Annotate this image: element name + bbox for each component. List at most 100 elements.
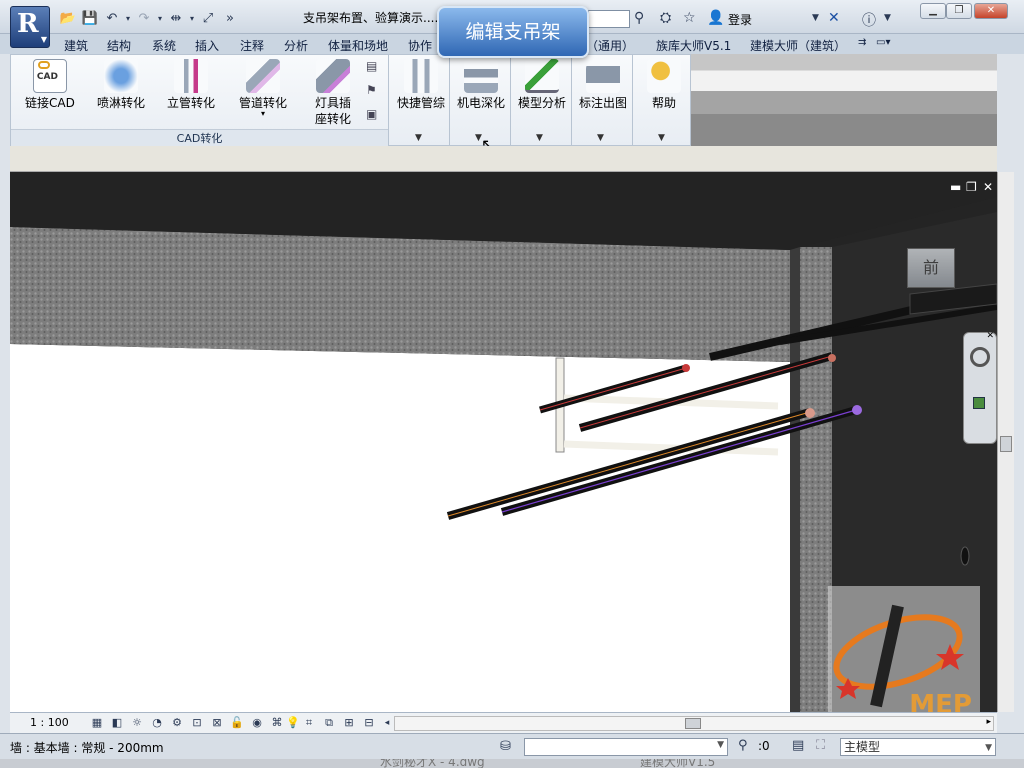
show-crop-icon[interactable]: ⊠ — [210, 716, 224, 730]
unlock-view-icon[interactable]: 🔓 — [230, 716, 244, 730]
vertical-scroll-thumb[interactable] — [1000, 436, 1012, 452]
small-tool-c-icon[interactable]: ▣ — [366, 107, 377, 121]
annotate-output-dropdown-icon[interactable]: ▼ — [597, 133, 604, 143]
light-bulb-icon[interactable]: 💡 — [286, 716, 300, 730]
model-analysis-button[interactable]: 模型分析 — [514, 59, 570, 111]
sun-path-icon[interactable]: ☼ — [130, 716, 144, 730]
detail-level-icon[interactable]: ▦ — [90, 716, 104, 730]
workset-select[interactable]: ▼ — [524, 738, 728, 756]
filter-icon[interactable]: ⛶ — [816, 738, 825, 753]
concrete-beam[interactable] — [10, 227, 790, 362]
tab-modeling-master[interactable]: 建模大师（建筑） — [750, 37, 846, 54]
model-analysis-dropdown-icon[interactable]: ▼ — [536, 133, 543, 143]
small-tool-a-icon[interactable]: ▤ — [366, 59, 377, 73]
navbar-close-icon[interactable]: ✕ — [986, 331, 994, 341]
maximize-button[interactable]: ❐ — [946, 3, 972, 19]
highlight-displacement-icon[interactable]: ⧉ — [322, 716, 336, 730]
scroll-right-icon[interactable]: ▸ — [986, 717, 991, 727]
tab-systems[interactable]: 系统 — [152, 37, 176, 54]
login-button[interactable]: 登录 — [728, 11, 752, 28]
measure-icon[interactable]: ⇹ — [166, 9, 186, 27]
tab-structure[interactable]: 结构 — [107, 37, 131, 54]
navigation-bar[interactable]: ✕ — [963, 331, 997, 444]
quick-pipe-coord-dropdown-icon[interactable]: ▼ — [415, 133, 422, 143]
shadows-icon[interactable]: ◔ — [150, 716, 164, 730]
mep-deepen-button[interactable]: 机电深化 — [453, 59, 509, 111]
help-button[interactable]: 帮助 — [636, 59, 692, 111]
communication-icon[interactable]: ⛭ — [660, 10, 671, 26]
editable-only-icon[interactable]: ⚲ — [738, 738, 748, 753]
close-window-button[interactable]: ✕ — [974, 3, 1008, 19]
redo-dropdown-icon[interactable]: ▾ — [156, 9, 164, 27]
view-scale[interactable]: 1 : 100 — [30, 716, 69, 729]
zoom-region-icon[interactable] — [973, 397, 985, 409]
more-tools-icon[interactable]: » — [220, 9, 240, 27]
3d-viewport[interactable]: ▬ ❐ ✕ 前 ✕ MEP — [10, 172, 997, 712]
taskbar-strip: 水剑秘才X - 4.dwg 建模大师V1.5 — [0, 759, 1024, 768]
search-input[interactable] — [588, 10, 630, 28]
analytical-model-icon[interactable]: ⌗ — [302, 716, 316, 730]
taskbar-item-b[interactable]: 建模大师V1.5 — [640, 759, 715, 768]
tab-general[interactable]: （通用） — [586, 37, 634, 54]
small-tool-b-icon[interactable]: ⚑ — [366, 83, 377, 97]
render-icon[interactable]: ⚙ — [170, 716, 184, 730]
tab-architecture[interactable]: 建筑 — [64, 37, 88, 54]
worksets-icon[interactable]: ⛁ — [500, 739, 511, 754]
help-dropdown-icon[interactable]: ▼ — [884, 13, 891, 23]
redo-icon[interactable]: ↷ — [134, 9, 154, 27]
pipe-orange-endpoint[interactable] — [805, 408, 815, 418]
open-icon[interactable]: 📂 — [58, 9, 78, 27]
reveal-constraints-icon[interactable]: ⊞ — [342, 716, 356, 730]
design-options-icon[interactable]: ▤ — [792, 738, 804, 753]
viewport-minimize-icon[interactable]: ▬ — [950, 180, 961, 194]
application-menu-button[interactable]: R ▼ — [10, 6, 50, 48]
tab-collaborate[interactable]: 协作 — [408, 37, 432, 54]
undo-icon[interactable]: ↶ — [102, 9, 122, 27]
viewport-restore-icon[interactable]: ❐ — [966, 180, 977, 194]
scroll-left-icon[interactable]: ◂ — [380, 716, 394, 730]
tab-family-library[interactable]: 族库大师V5.1 — [656, 37, 731, 54]
horizontal-scrollbar[interactable]: ▸ — [394, 716, 994, 731]
crop-view-icon[interactable]: ⊡ — [190, 716, 204, 730]
fixture-socket-convert-button[interactable]: 灯具插座转化 — [311, 59, 355, 127]
annotate-output-button[interactable]: 标注出图 — [575, 59, 631, 111]
pipe-convert-dropdown-icon[interactable]: ▾ — [239, 110, 287, 118]
viewcube[interactable]: 前 — [907, 248, 955, 288]
chevron-down-icon: ▼ — [717, 740, 724, 750]
riser-convert-button[interactable]: 立管转化 — [167, 59, 215, 111]
minimize-button[interactable]: ▁ — [920, 3, 946, 19]
visual-style-icon[interactable]: ◧ — [110, 716, 124, 730]
viewport-close-icon[interactable]: ✕ — [983, 180, 993, 194]
reveal-hidden-icon[interactable]: ⌘ — [270, 716, 284, 730]
steering-wheel-icon[interactable] — [970, 347, 990, 367]
measure-dropdown-icon[interactable]: ▾ — [188, 9, 196, 27]
binoculars-icon[interactable]: ⚲ — [634, 10, 644, 26]
pipe-purple-endpoint[interactable] — [852, 405, 862, 415]
temp-hide-icon[interactable]: ◉ — [250, 716, 264, 730]
help-dropdown-icon[interactable]: ▼ — [658, 133, 665, 143]
quick-pipe-coord-button[interactable]: 快捷管综 — [393, 59, 449, 111]
help-icon[interactable]: ⓘ — [862, 10, 876, 30]
taskbar-item-a[interactable]: 水剑秘才X - 4.dwg — [380, 759, 485, 768]
dimension-icon[interactable]: ⤢ — [198, 9, 218, 27]
vertical-scrollbar[interactable] — [997, 172, 1014, 712]
tab-overflow-icon[interactable]: ⇉ — [858, 37, 866, 48]
link-cad-button[interactable]: CAD 链接CAD — [25, 59, 75, 111]
login-dropdown-icon[interactable]: ▼ — [812, 13, 819, 23]
tab-insert[interactable]: 插入 — [195, 37, 219, 54]
sprinkler-convert-button[interactable]: 喷淋转化 — [97, 59, 145, 111]
tab-massing-site[interactable]: 体量和场地 — [328, 37, 388, 54]
save-icon[interactable]: 💾 — [80, 9, 100, 27]
exchange-apps-icon[interactable]: ✕ — [828, 10, 840, 26]
favorites-star-icon[interactable]: ☆ — [683, 10, 696, 26]
horizontal-scroll-thumb[interactable] — [685, 718, 701, 729]
pipe-red-endpoint[interactable] — [682, 364, 690, 372]
tab-analyze[interactable]: 分析 — [284, 37, 308, 54]
ribbon-minimize-icon[interactable]: ▭▾ — [876, 37, 890, 48]
tab-annotate[interactable]: 注释 — [240, 37, 264, 54]
worksharing-icon[interactable]: ⊟ — [362, 716, 376, 730]
undo-dropdown-icon[interactable]: ▾ — [124, 9, 132, 27]
design-option-select[interactable]: 主模型 ▼ — [840, 738, 996, 756]
pipe-convert-button[interactable]: 管道转化 ▾ — [239, 59, 287, 118]
pipe-red-endpoint-2[interactable] — [828, 354, 836, 362]
